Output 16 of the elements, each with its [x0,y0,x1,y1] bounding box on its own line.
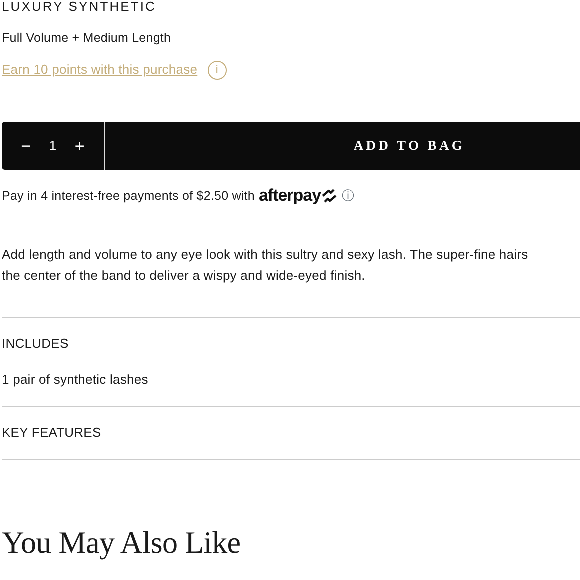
info-icon[interactable]: ⓘ [342,188,356,204]
add-to-bag-button[interactable]: ADD TO BAG [105,122,580,170]
section-title: You May Also Like [2,525,242,561]
quantity-value: 1 [49,138,57,154]
increment-button[interactable]: + [70,138,89,154]
product-title: LUXURY SYNTHETIC [2,0,158,14]
loop-arrows-icon [321,189,338,203]
section-heading[interactable]: INCLUDES [2,336,580,352]
description-line: Add length and volume to any eye look with this sultry and sexy lash. The super-fine hairs [2,246,530,264]
section-content: 1 pair of synthetic lashes [2,372,150,388]
decrement-button[interactable]: − [17,138,36,154]
payment-info-text: Pay in 4 interest-free payments of $2.50 with [2,188,255,204]
variant-label: Full Volume + Medium Length [2,30,172,46]
description-line: the center of the band to deliver a wispy and wide-eyed finish. [2,267,366,285]
afterpay-logo: afterpay [258,188,322,204]
section-heading[interactable]: KEY FEATURES [2,425,580,441]
